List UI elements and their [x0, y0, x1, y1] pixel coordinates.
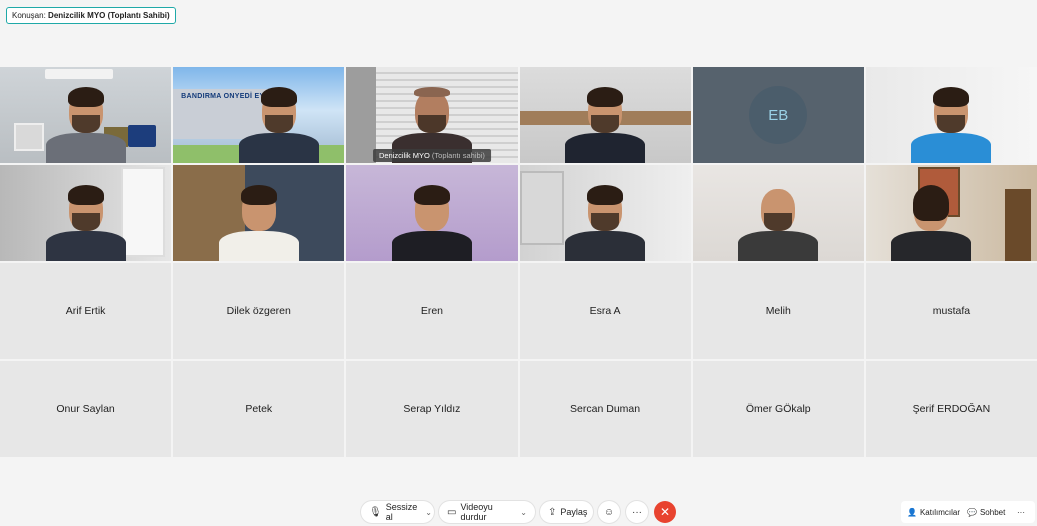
- mute-button[interactable]: 🎙 Sessize al ⌄: [361, 501, 434, 523]
- speaker-prefix: Konuşan:: [12, 11, 46, 20]
- video-tile[interactable]: EB: [692, 67, 864, 163]
- participant-name: Melih: [765, 305, 791, 317]
- participant-name: Eren: [420, 305, 443, 317]
- host-label: Denizcilik MYO (Toplantı sahibi): [372, 149, 491, 162]
- video-tile[interactable]: [519, 165, 691, 261]
- participant-name: Petek: [245, 403, 273, 415]
- participant-name: Ömer GÖkalp: [745, 403, 811, 415]
- video-tile[interactable]: [173, 165, 345, 261]
- video-tile-active-speaker[interactable]: Denizcilik MYO (Toplantı sahibi): [346, 67, 518, 163]
- participant-tile[interactable]: Esra A: [519, 263, 691, 359]
- stop-video-label: Videoyu durdur: [460, 502, 493, 522]
- participant-name: Arif Ertik: [65, 305, 106, 317]
- participants-button[interactable]: 👤 Katılımcılar: [907, 501, 960, 523]
- chevron-down-icon[interactable]: ⌄: [520, 508, 527, 517]
- participant-name: mustafa: [932, 305, 971, 317]
- participant-name: Dilek özgeren: [226, 305, 291, 317]
- ellipsis-icon: ···: [1017, 507, 1025, 517]
- participant-name: Onur Saylan: [56, 403, 115, 415]
- participant-tile[interactable]: Dilek özgeren: [173, 263, 345, 359]
- video-grid: BANDIRMA ONYEDİ EYLÜL ÜN Denizcilik MYO …: [0, 67, 1037, 457]
- host-role: (Toplantı sahibi): [431, 151, 485, 160]
- participant-tile[interactable]: Ömer GÖkalp: [692, 361, 864, 457]
- video-tile[interactable]: [865, 165, 1037, 261]
- speaker-indicator: Konuşan: Denizcilik MYO (Toplantı Sahibi…: [6, 7, 176, 24]
- video-tile[interactable]: [865, 67, 1037, 163]
- participant-name: Sercan Duman: [570, 403, 641, 415]
- participants-label: Katılımcılar: [919, 507, 960, 517]
- participant-tile[interactable]: Şerif ERDOĞAN: [865, 361, 1037, 457]
- participant-initials: EB: [749, 86, 808, 144]
- smiley-icon: ☺: [603, 506, 615, 518]
- mute-label: Sessize al: [385, 502, 418, 522]
- participant-tile[interactable]: Eren: [346, 263, 518, 359]
- share-label: Paylaş: [560, 507, 588, 517]
- close-icon: ✕: [659, 505, 671, 519]
- participant-tile[interactable]: Serap Yıldız: [346, 361, 518, 457]
- microphone-icon: 🎙: [369, 506, 382, 518]
- host-name: Denizcilik MYO: [378, 151, 430, 160]
- overflow-menu-button[interactable]: ···: [1017, 501, 1025, 523]
- video-tile[interactable]: [0, 165, 172, 261]
- chat-bubble-icon: 💬: [967, 507, 977, 517]
- participant-name: Şerif ERDOĞAN: [912, 403, 991, 415]
- ellipsis-icon: ···: [632, 506, 642, 518]
- participant-tile[interactable]: mustafa: [865, 263, 1037, 359]
- participant-tile[interactable]: Sercan Duman: [519, 361, 691, 457]
- participant-tile[interactable]: Arif Ertik: [0, 263, 172, 359]
- speaker-name: Denizcilik MYO (Toplantı Sahibi): [48, 11, 170, 20]
- participant-tile[interactable]: Onur Saylan: [0, 361, 172, 457]
- share-button[interactable]: ⇪ Paylaş: [540, 501, 593, 523]
- meeting-toolbar: 🎙 Sessize al ⌄ ▭ Videoyu durdur ⌄ ⇪ Payl…: [0, 499, 1037, 526]
- stop-video-button[interactable]: ▭ Videoyu durdur ⌄: [439, 501, 535, 523]
- share-icon: ⇪: [548, 506, 557, 518]
- participant-tile[interactable]: Melih: [692, 263, 864, 359]
- chat-button[interactable]: 💬 Sohbet: [967, 501, 1005, 523]
- chat-label: Sohbet: [979, 507, 1006, 517]
- chevron-down-icon[interactable]: ⌄: [425, 508, 432, 517]
- reactions-button[interactable]: ☺: [598, 501, 620, 523]
- participant-name: Serap Yıldız: [403, 403, 461, 415]
- participant-tile[interactable]: Petek: [173, 361, 345, 457]
- participant-name: Esra A: [589, 305, 621, 317]
- video-tile[interactable]: [346, 165, 518, 261]
- right-panel-controls: 👤 Katılımcılar 💬 Sohbet ···: [901, 501, 1035, 523]
- more-options-button[interactable]: ···: [626, 501, 648, 523]
- video-tile[interactable]: BANDIRMA ONYEDİ EYLÜL ÜN: [173, 67, 345, 163]
- video-tile[interactable]: [519, 67, 691, 163]
- person-icon: 👤: [907, 507, 917, 517]
- end-meeting-button[interactable]: ✕: [654, 501, 676, 523]
- video-tile[interactable]: [692, 165, 864, 261]
- video-camera-icon: ▭: [447, 506, 457, 518]
- video-tile[interactable]: [0, 67, 172, 163]
